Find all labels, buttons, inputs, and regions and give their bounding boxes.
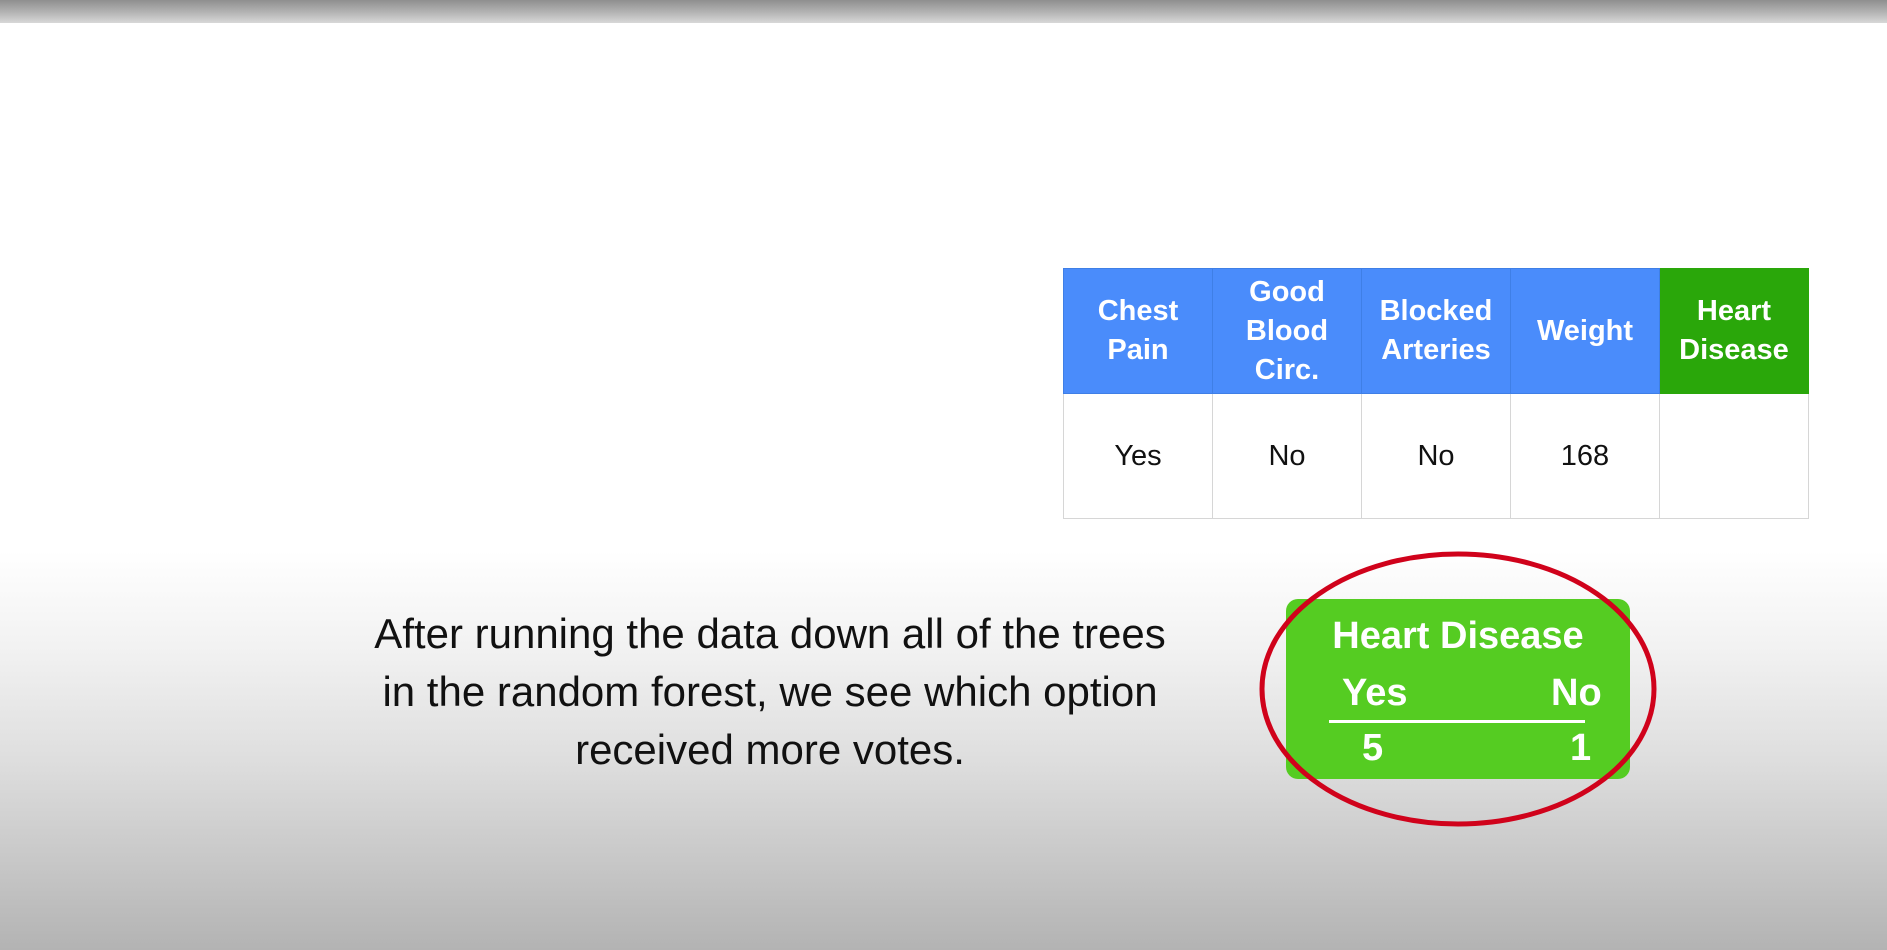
table-header-row: Chest Pain Good Blood Circ. Blocked Arte… bbox=[1063, 268, 1809, 394]
cell-heart-disease bbox=[1659, 393, 1809, 519]
header-weight: Weight bbox=[1510, 268, 1660, 394]
cell-weight: 168 bbox=[1510, 393, 1660, 519]
header-heart-disease: Heart Disease bbox=[1659, 268, 1809, 394]
table-row: Yes No No 168 bbox=[1063, 393, 1809, 519]
slide-caption: After running the data down all of the t… bbox=[290, 605, 1250, 779]
caption-line-1: After running the data down all of the t… bbox=[374, 610, 1166, 657]
top-video-bar bbox=[0, 0, 1887, 23]
header-good-blood-circ: Good Blood Circ. bbox=[1212, 268, 1362, 394]
vote-divider bbox=[1329, 720, 1585, 723]
header-blocked-arteries: Blocked Arteries bbox=[1361, 268, 1511, 394]
vote-no-count: 1 bbox=[1570, 727, 1592, 769]
header-chest-pain: Chest Pain bbox=[1063, 268, 1213, 394]
vote-yes-count: 5 bbox=[1362, 727, 1384, 769]
cell-blocked-arteries: No bbox=[1361, 393, 1511, 519]
vote-title: Heart Disease bbox=[1332, 615, 1584, 657]
cell-good-blood-circ: No bbox=[1212, 393, 1362, 519]
slide: Chest Pain Good Blood Circ. Blocked Arte… bbox=[0, 0, 1887, 950]
vote-yes-label: Yes bbox=[1342, 672, 1408, 714]
patient-data-table: Chest Pain Good Blood Circ. Blocked Arte… bbox=[1063, 268, 1809, 519]
vote-tally-box: Heart Disease Yes No 5 1 bbox=[1286, 599, 1630, 779]
cell-chest-pain: Yes bbox=[1063, 393, 1213, 519]
vote-no-label: No bbox=[1551, 672, 1602, 714]
caption-line-2: in the random forest, we see which optio… bbox=[382, 668, 1158, 715]
caption-line-3: received more votes. bbox=[575, 726, 965, 773]
